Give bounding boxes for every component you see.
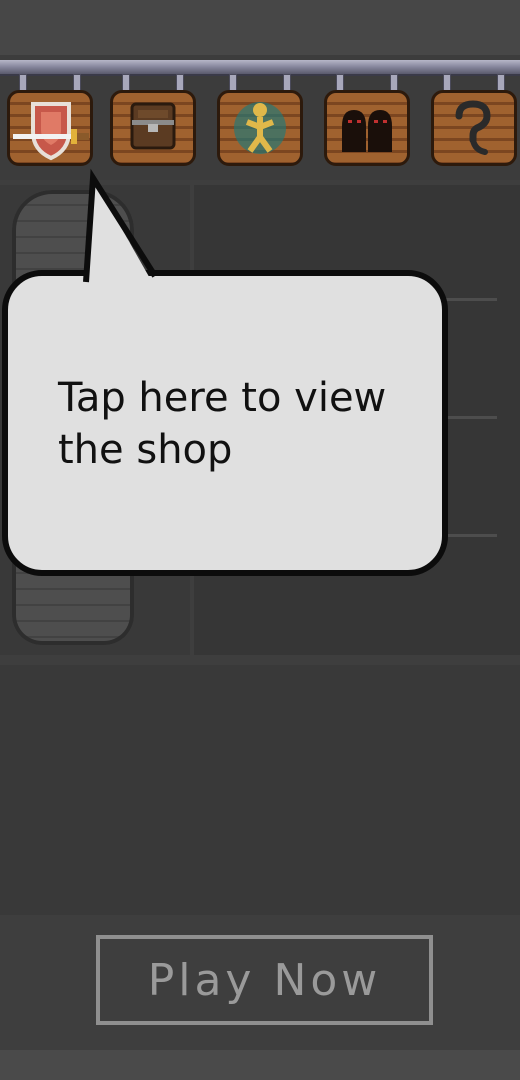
shop-tab-help[interactable]: [431, 74, 519, 170]
treasure-chest-icon: [130, 102, 176, 150]
divider: [440, 416, 497, 419]
bottom-bar: [0, 1050, 520, 1080]
tutorial-tooltip: Tap here to view the shop: [2, 270, 448, 576]
glowing-figure-icon: [234, 102, 286, 154]
play-now-button[interactable]: Play Now: [96, 935, 433, 1025]
shop-tab-abilities[interactable]: [217, 74, 305, 170]
top-bar: [0, 0, 520, 55]
shield-sword-icon: [13, 102, 89, 161]
divider: [440, 298, 497, 301]
hooded-figures-icon: [342, 110, 392, 152]
tooltip-text: Tap here to view the shop: [58, 375, 387, 473]
shop-tab-chest[interactable]: [110, 74, 198, 170]
shop-tab-characters[interactable]: [324, 74, 412, 170]
question-mark-icon: [455, 100, 491, 155]
shop-tab-equipment[interactable]: [1, 72, 101, 176]
divider: [440, 534, 497, 537]
info-panel: [0, 665, 520, 915]
